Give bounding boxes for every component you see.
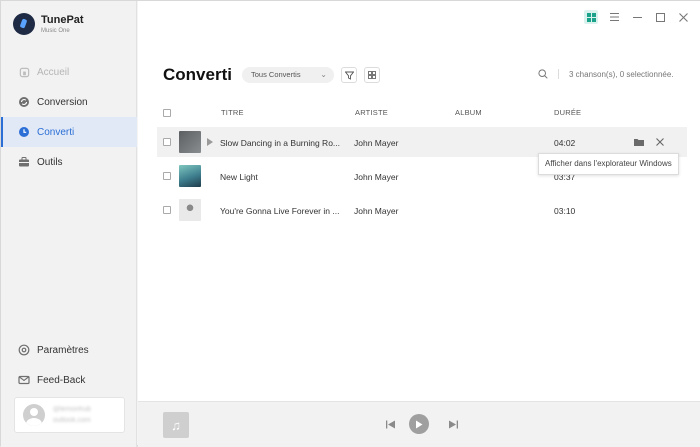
user-email: outlook.com — [53, 417, 91, 424]
sidebar-item-label: Conversion — [37, 96, 88, 108]
sidebar-bottom: Paramètres Feed-Back — [1, 335, 137, 395]
tunepat-logo-icon — [13, 13, 35, 35]
filter-selected-value: Tous Convertis — [251, 70, 301, 79]
minimize-icon[interactable] — [630, 10, 644, 24]
sidebar-item-label: Converti — [37, 126, 75, 138]
album-art — [179, 199, 201, 221]
song-duration: 03:10 — [554, 206, 576, 216]
user-account-card[interactable]: @lemonhub outlook.com — [14, 397, 125, 433]
select-all-checkbox[interactable] — [163, 109, 171, 117]
search-icon[interactable] — [538, 69, 548, 81]
song-title: You're Gonna Live Forever in ... — [220, 206, 340, 216]
row-checkbox[interactable] — [163, 172, 171, 180]
song-title: Slow Dancing in a Burning Ro... — [220, 138, 341, 148]
window-controls — [575, 10, 690, 24]
sidebar-item-label: Outils — [37, 156, 63, 168]
divider — [558, 69, 559, 79]
filter-button[interactable] — [341, 67, 357, 83]
selection-count: 3 chanson(s), 0 selectionnée. — [569, 70, 674, 79]
grid-icon — [368, 71, 376, 79]
table-row[interactable]: You're Gonna Live Forever in ... John Ma… — [157, 195, 687, 225]
filter-icon — [344, 71, 354, 80]
maximize-icon[interactable] — [653, 10, 667, 24]
play-icon[interactable] — [207, 138, 213, 146]
song-artist: John Mayer — [354, 206, 399, 216]
mail-icon — [18, 374, 30, 386]
brand: TunePat Music One — [13, 13, 84, 35]
refresh-icon — [18, 96, 30, 108]
row-checkbox[interactable] — [163, 138, 171, 146]
home-icon — [18, 66, 30, 78]
grid-view-icon[interactable] — [584, 10, 598, 24]
player-bar: ♫ — [138, 401, 700, 447]
app-name: TunePat — [41, 13, 84, 26]
sidebar-item-outils[interactable]: Outils — [1, 147, 137, 177]
menu-icon[interactable] — [607, 10, 621, 24]
delete-icon[interactable] — [654, 136, 666, 148]
column-title[interactable]: TITRE — [221, 108, 244, 117]
filter-dropdown[interactable]: Tous Convertis ⌄ — [242, 67, 334, 83]
prev-icon[interactable] — [384, 418, 396, 430]
folder-icon[interactable] — [633, 136, 645, 148]
column-artist[interactable]: ARTISTE — [355, 108, 388, 117]
app-subtitle: Music One — [41, 27, 70, 34]
sidebar-item-accueil[interactable]: Accueil — [1, 57, 137, 87]
sidebar-nav: Accueil Conversion Converti Outils — [1, 57, 137, 177]
table-header: TITRE ARTISTE ALBUM DURÉE — [157, 105, 687, 121]
chevron-down-icon: ⌄ — [320, 70, 327, 79]
song-title: New Light — [220, 172, 258, 182]
app-window: TunePat Music One Accueil Conversion Con… — [0, 0, 700, 447]
user-name: @lemonhub — [53, 406, 91, 413]
gear-icon — [18, 344, 30, 356]
main-panel: Converti Tous Convertis ⌄ 3 chanson(s), … — [138, 1, 700, 401]
sidebar-item-label: Paramètres — [37, 344, 89, 356]
folder-tooltip: Afficher dans l'explorateur Windows — [538, 153, 679, 175]
column-duration[interactable]: DURÉE — [554, 108, 581, 117]
page-title: Converti — [163, 65, 232, 84]
song-duration: 04:02 — [554, 138, 576, 148]
clock-icon — [18, 126, 30, 138]
next-icon[interactable] — [447, 418, 459, 430]
sidebar-item-label: Accueil — [37, 66, 70, 78]
album-art — [179, 165, 201, 187]
sidebar-item-conversion[interactable]: Conversion — [1, 87, 137, 117]
avatar — [23, 404, 45, 426]
sidebar-item-feedback[interactable]: Feed-Back — [1, 365, 137, 395]
sidebar-item-parametres[interactable]: Paramètres — [1, 335, 137, 365]
sidebar-item-label: Feed-Back — [37, 374, 86, 386]
album-art — [179, 131, 201, 153]
view-toggle-button[interactable] — [364, 67, 380, 83]
song-artist: John Mayer — [354, 172, 399, 182]
sidebar: TunePat Music One Accueil Conversion Con… — [1, 1, 137, 447]
close-icon[interactable] — [676, 10, 690, 24]
song-artist: John Mayer — [354, 138, 399, 148]
sidebar-item-converti[interactable]: Converti — [1, 117, 137, 147]
toolbox-icon — [18, 156, 30, 168]
music-note-icon: ♫ — [163, 412, 189, 438]
play-icon[interactable] — [409, 414, 429, 434]
row-checkbox[interactable] — [163, 206, 171, 214]
column-album[interactable]: ALBUM — [455, 108, 482, 117]
